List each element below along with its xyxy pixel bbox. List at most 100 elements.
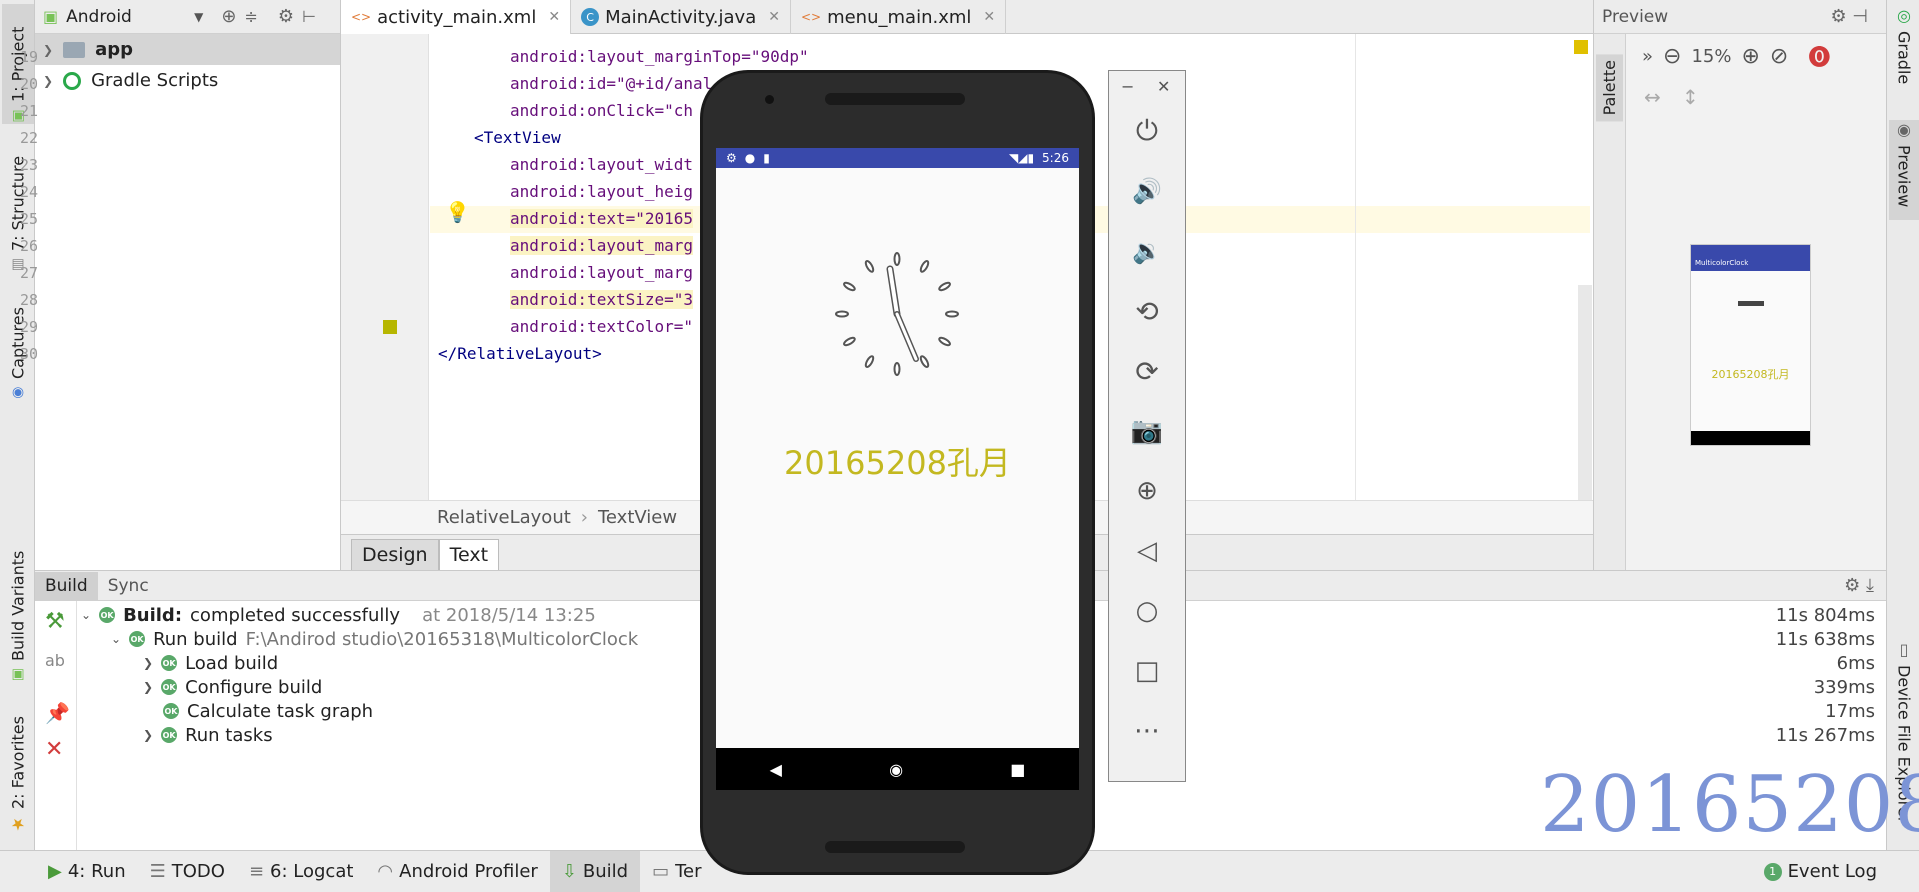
line-number: 26 — [19, 237, 38, 255]
close-icon[interactable]: ✕ — [983, 9, 995, 25]
zoom-in-icon[interactable]: ⊕ — [1741, 44, 1759, 69]
tab-text[interactable]: Text — [438, 539, 500, 570]
close-icon[interactable]: ✕ — [1157, 77, 1170, 96]
ok-icon: OK — [129, 631, 146, 647]
warning-marker-icon[interactable] — [1574, 40, 1588, 54]
zoom-button[interactable]: ⊕ — [1127, 471, 1167, 511]
volume-up-button[interactable]: 🔊 — [1127, 171, 1167, 211]
minimize-icon[interactable]: − — [1121, 77, 1134, 96]
tab-palette[interactable]: Palette — [1596, 54, 1623, 122]
screenshot-button[interactable]: 📷 — [1127, 411, 1167, 451]
recents-icon[interactable]: ■ — [1010, 760, 1025, 779]
clock-tick — [864, 355, 875, 368]
tab-preview[interactable]: ◉ Preview — [1889, 120, 1919, 220]
chevron-right-icon: ❯ — [143, 728, 154, 742]
tab-build[interactable]: Build — [35, 571, 98, 600]
line-number: 22 — [19, 129, 38, 147]
code-line: </RelativeLayout> — [438, 344, 602, 363]
terminal-icon: ▭ — [652, 861, 670, 882]
device-time: 5:26 — [1042, 151, 1069, 165]
close-icon[interactable]: ✕ — [45, 737, 63, 762]
build-row-label: Run tasks — [185, 724, 273, 746]
sync-target-icon[interactable]: ⊕ — [221, 6, 236, 27]
front-camera — [765, 95, 774, 104]
tree-item-app[interactable]: ❯ app — [35, 34, 340, 65]
hide-panel-icon[interactable]: ⊢ — [302, 7, 316, 26]
tab-menu-main-xml[interactable]: <> menu_main.xml ✕ — [791, 0, 1007, 34]
tree-item-gradle-scripts[interactable]: ❯ Gradle Scripts — [35, 65, 340, 96]
palette-strip: Palette — [1594, 34, 1626, 570]
line-number: 27 — [19, 264, 38, 282]
logcat-icon: ≡ — [248, 861, 265, 882]
tab-activity-main-xml[interactable]: <> activity_main.xml ✕ — [341, 0, 572, 34]
more-button[interactable]: ⋯ — [1127, 711, 1167, 751]
tab-build-variants[interactable]: ▣ Build Variants — [2, 548, 34, 683]
tool-event-log[interactable]: 1 Event Log — [1752, 851, 1889, 892]
resize-horizontal-icon[interactable]: ↔ — [1644, 85, 1661, 109]
tool-logcat[interactable]: ≡ 6: Logcat — [237, 851, 365, 892]
expand-icon[interactable]: » — [1642, 46, 1653, 67]
gear-icon[interactable]: ⚙ — [278, 6, 294, 27]
chevron-down-icon[interactable]: ▼ — [194, 10, 203, 24]
gear-icon[interactable]: ⚙ ⊣ — [1830, 6, 1868, 27]
tab-favorites[interactable]: ★ 2: Favorites — [2, 716, 34, 834]
home-button[interactable]: ○ — [1127, 591, 1167, 631]
volume-down-button[interactable]: 🔉 — [1127, 231, 1167, 271]
rotate-left-button[interactable]: ⟲ — [1127, 291, 1167, 331]
clock-tick — [945, 310, 959, 318]
code-line: android:layout_heig — [510, 182, 694, 201]
tab-label: menu_main.xml — [827, 6, 972, 28]
emulator-screen[interactable]: 20165208孔月 — [716, 148, 1079, 788]
close-icon[interactable]: ✕ — [548, 9, 560, 25]
hammer-icon[interactable]: ⚒ — [45, 609, 65, 634]
gear-icon[interactable]: ⚙ ⤓ — [1844, 575, 1874, 596]
code-line: android:id="@+id/anal — [510, 74, 713, 93]
back-icon[interactable]: ◀ — [770, 760, 782, 779]
error-icon[interactable]: ⓿ — [1808, 40, 1830, 72]
editor-scrollbar[interactable] — [1578, 285, 1592, 500]
line-number: 21 — [19, 102, 38, 120]
tool-android-profiler[interactable]: ◠ Android Profiler — [365, 851, 549, 892]
resize-vertical-icon[interactable]: ↕ — [1682, 85, 1699, 109]
rotate-right-button[interactable]: ⟳ — [1127, 351, 1167, 391]
tab-design[interactable]: Design — [351, 539, 439, 570]
tool-run[interactable]: ▶ 4: Run — [36, 851, 138, 892]
power-button[interactable]: ⏻ — [1127, 111, 1167, 151]
zoom-out-icon[interactable]: ⊖ — [1663, 44, 1681, 69]
close-icon[interactable]: ✕ — [768, 9, 780, 25]
collapse-icon[interactable]: ≑ — [244, 7, 257, 26]
analog-clock[interactable] — [832, 249, 962, 379]
toggle-view-icon[interactable]: ab — [45, 651, 65, 670]
preview-device-thumbnail[interactable]: MulticolorClock 20165208孔月 — [1690, 244, 1811, 446]
pin-icon[interactable]: 📌 — [45, 701, 70, 725]
tool-event-log-label: Event Log — [1787, 861, 1877, 882]
tool-terminal[interactable]: ▭ Ter — [640, 851, 713, 892]
tool-todo[interactable]: ☰ TODO — [138, 851, 237, 892]
color-swatch-icon[interactable] — [383, 320, 397, 334]
tool-todo-label: TODO — [171, 861, 225, 882]
power-icon: ⏻ — [1135, 114, 1159, 147]
tab-gradle[interactable]: ◎ Gradle — [1889, 6, 1919, 96]
thumb-text: 20165208孔月 — [1711, 368, 1790, 381]
code-line: android:layout_widt — [510, 155, 694, 174]
editor-gutter — [341, 34, 429, 500]
tab-sync[interactable]: Sync — [98, 572, 159, 600]
clock-hands — [886, 265, 919, 362]
home-icon[interactable]: ◉ — [889, 760, 903, 779]
zoom-fit-icon[interactable]: ⊘ — [1770, 44, 1788, 69]
breadcrumb-item[interactable]: TextView — [598, 507, 677, 528]
ok-icon: OK — [163, 703, 179, 719]
tool-build[interactable]: ⇩ Build — [549, 850, 641, 892]
chevron-right-icon: ❯ — [43, 42, 54, 57]
xml-file-icon: <> — [351, 10, 372, 24]
overview-button[interactable]: □ — [1127, 651, 1167, 691]
tab-mainactivity-java[interactable]: C MainActivity.java ✕ — [571, 0, 791, 34]
wifi-icon: ◥◢▮ — [1008, 151, 1035, 165]
back-button[interactable]: ◁ — [1127, 531, 1167, 571]
tab-favorites-label: 2: Favorites — [8, 716, 28, 809]
breadcrumb-item[interactable]: RelativeLayout — [437, 507, 571, 528]
tool-terminal-label: Ter — [675, 861, 702, 882]
project-view-selector[interactable]: Android — [66, 7, 186, 27]
lightbulb-icon[interactable]: 💡 — [445, 200, 470, 224]
clock-tick — [938, 281, 951, 292]
